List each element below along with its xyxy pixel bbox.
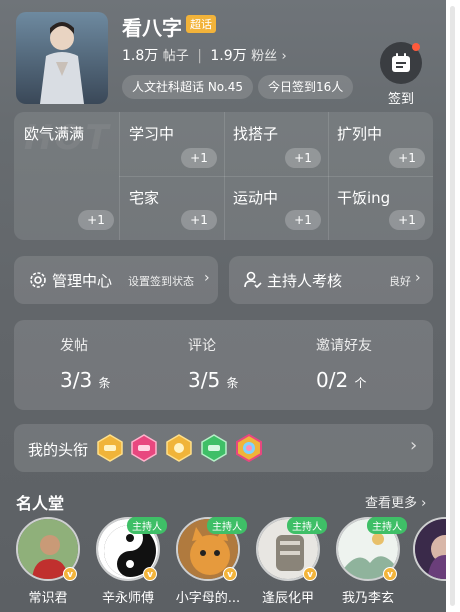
tag-find-partner-plus-button[interactable]: +1	[285, 148, 321, 168]
fans-label[interactable]: 粉丝	[251, 49, 277, 64]
host-tag: 主持人	[367, 517, 407, 534]
tag-eating-plus-button[interactable]: +1	[389, 210, 425, 230]
member-avatar	[413, 517, 446, 581]
host-review-button[interactable]: 主持人考核 良好 ›	[229, 256, 433, 304]
tag-expand-friends[interactable]: 扩列中	[337, 123, 382, 144]
verified-badge-icon: v	[63, 567, 77, 581]
tag-stay-home-plus-button[interactable]: +1	[181, 210, 217, 230]
super-topic-badge: 超话	[186, 15, 216, 33]
hall-member-5[interactable]: 主持人 v 我乃李玄	[333, 517, 407, 612]
my-titles-row[interactable]: 我的头衔 ›	[14, 424, 433, 472]
host-review-label: 主持人考核	[267, 272, 343, 290]
chevron-right-icon: ›	[410, 435, 418, 456]
admin-center-button[interactable]: 管理中心 设置签到状态 ›	[14, 256, 218, 304]
posts-count: 1.8万	[122, 48, 159, 64]
member-name: 辛永师傅	[101, 591, 154, 606]
member-name: 逢辰化甲	[261, 591, 314, 606]
task-comments-label: 评论	[188, 338, 216, 354]
hall-see-more-link[interactable]: 查看更多 ›	[365, 492, 426, 511]
admin-center-label: 管理中心	[52, 272, 113, 290]
task-invite-value: 0/2 个	[316, 368, 367, 392]
host-tag: 主持人	[287, 517, 327, 534]
scrollbar-thumb[interactable]	[450, 6, 455, 606]
checkin-button[interactable]	[380, 42, 422, 84]
hall-member-3[interactable]: 主持人 v 小字母的...	[173, 517, 247, 612]
gear-icon	[30, 272, 46, 288]
daily-tasks-card: 发帖 3/3 条 评论 3/5 条 邀请好友 0/2 个	[14, 320, 433, 410]
chevron-right-icon: ›	[415, 270, 421, 286]
member-name: 我乃李玄	[341, 591, 394, 606]
member-name: 常识君	[28, 591, 68, 606]
tag-exercising-plus-button[interactable]: +1	[285, 210, 321, 230]
tag-expand-friends-plus-button[interactable]: +1	[389, 148, 425, 168]
hall-member-1[interactable]: v 常识君	[13, 517, 83, 612]
host-tag: 主持人	[127, 517, 167, 534]
hexagon-badge-orange-icon	[166, 434, 192, 462]
topic-title: 看八字	[122, 16, 182, 40]
verified-badge-icon: v	[303, 567, 317, 581]
verified-badge-icon: v	[223, 567, 237, 581]
my-titles-label: 我的头衔	[28, 441, 89, 459]
tag-exercising[interactable]: 运动中	[233, 187, 278, 208]
verified-badge-icon: v	[143, 567, 157, 581]
hall-member-4[interactable]: 主持人 v 逢辰化甲	[253, 517, 327, 612]
tag-stay-home[interactable]: 宅家	[129, 187, 159, 208]
tag-find-partner[interactable]: 找搭子	[233, 123, 278, 144]
admin-center-sub: 设置签到状态	[128, 275, 194, 288]
tag-lucky-plus-button[interactable]: +1	[78, 210, 114, 230]
host-tag: 主持人	[207, 517, 247, 534]
scrollbar[interactable]	[446, 0, 460, 612]
super-topic-page: 看八字 超话 1.8万 帖子 | 1.9万 粉丝 › 人文社科超话 No.45 …	[0, 0, 446, 612]
status-tag-grid: HOT 欧气满满 +1 学习中 +1 找搭子 +1 扩列中 +1 宅家 +1 运…	[14, 112, 433, 240]
chevron-right-icon: ›	[204, 270, 210, 286]
topic-stats: 1.8万 帖子 | 1.9万 粉丝 ›	[122, 45, 287, 65]
rank-pill[interactable]: 人文社科超话 No.45	[122, 75, 254, 99]
host-review-status: 良好	[389, 275, 411, 288]
tag-eating[interactable]: 干饭ing	[337, 187, 390, 208]
task-invite-label: 邀请好友	[316, 338, 372, 354]
hexagon-badge-pink-icon	[131, 434, 157, 462]
hall-member-6[interactable]	[410, 517, 446, 612]
task-comments-value: 3/5 条	[188, 368, 239, 392]
posts-label: 帖子	[162, 49, 189, 64]
task-posts-value: 3/3 条	[60, 368, 111, 392]
hexagon-badge-rainbow-icon	[236, 434, 262, 462]
tag-lucky[interactable]: 欧气满满	[24, 123, 84, 144]
calendar-icon	[392, 53, 410, 72]
user-check-icon	[244, 271, 262, 289]
verified-badge-icon: v	[383, 567, 397, 581]
checkin-count-pill[interactable]: 今日签到16人	[258, 75, 354, 99]
topic-avatar[interactable]	[16, 12, 108, 104]
stats-divider: |	[197, 48, 202, 64]
notification-dot	[412, 43, 420, 51]
checkin-label[interactable]: 签到	[388, 88, 414, 107]
fans-arrow-icon[interactable]: ›	[282, 49, 287, 64]
hall-of-fame-title: 名人堂	[16, 494, 65, 513]
hexagon-badge-gold-icon	[97, 434, 123, 462]
task-posts-label: 发帖	[60, 338, 88, 354]
hexagon-badge-green-icon	[201, 434, 227, 462]
tag-studying-plus-button[interactable]: +1	[181, 148, 217, 168]
tag-studying[interactable]: 学习中	[129, 123, 174, 144]
fans-count[interactable]: 1.9万	[210, 48, 246, 64]
hall-member-2[interactable]: 主持人 v 辛永师傅	[93, 517, 167, 612]
member-name: 小字母的...	[175, 591, 241, 606]
